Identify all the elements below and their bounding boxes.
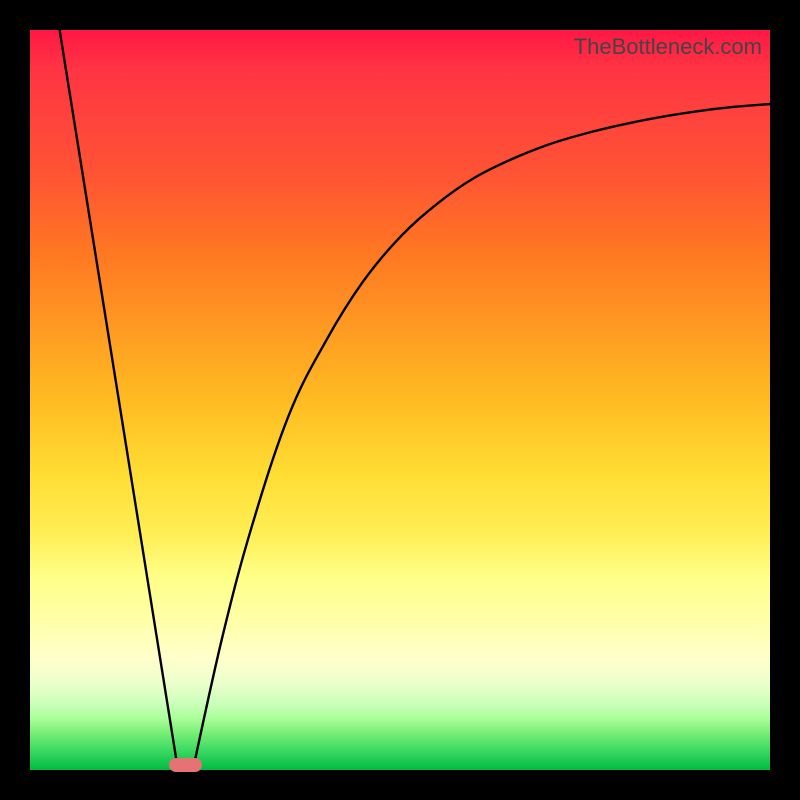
plot-area: TheBottleneck.com <box>30 30 770 770</box>
target-marker <box>169 758 202 772</box>
chart-lines-svg <box>30 30 770 770</box>
chart-container: TheBottleneck.com <box>0 0 800 800</box>
left-branch-line <box>60 30 178 770</box>
right-branch-line <box>193 104 770 770</box>
